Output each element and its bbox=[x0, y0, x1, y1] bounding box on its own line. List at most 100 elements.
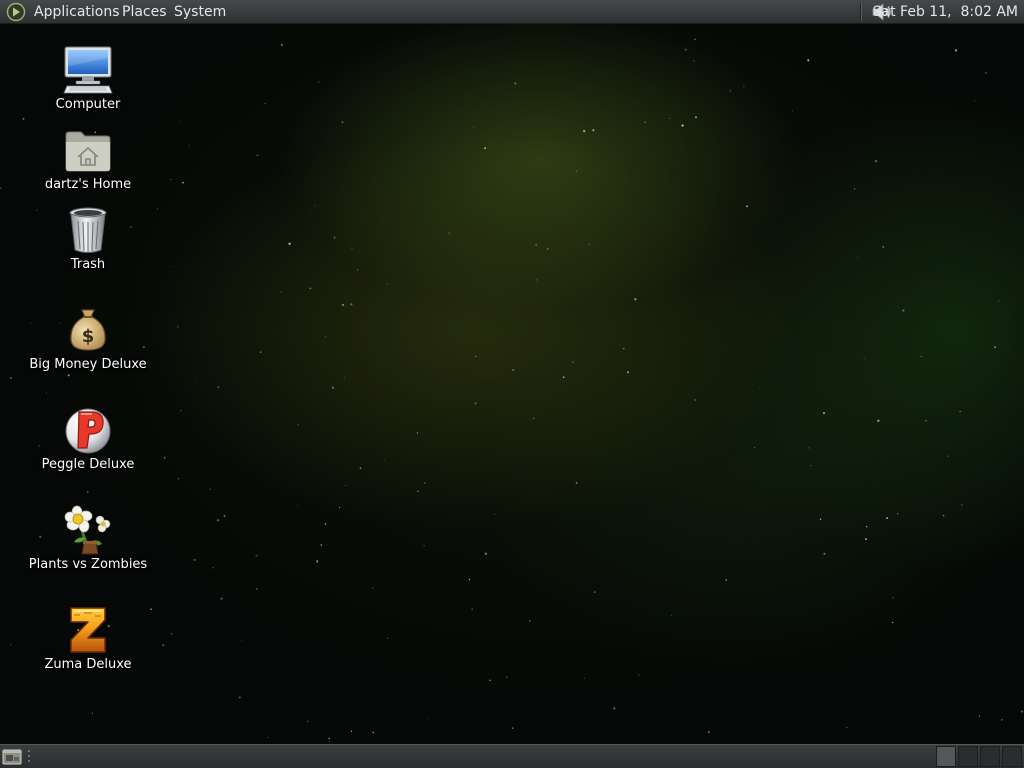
workspace-4[interactable] bbox=[1002, 746, 1022, 767]
star bbox=[892, 597, 894, 599]
applications-menu[interactable]: Applications bbox=[30, 0, 124, 24]
star bbox=[220, 597, 223, 600]
star bbox=[754, 446, 755, 448]
workspace-3[interactable] bbox=[980, 746, 1000, 767]
star bbox=[505, 676, 508, 678]
star bbox=[157, 208, 158, 210]
star bbox=[339, 507, 341, 509]
star bbox=[576, 170, 577, 172]
star bbox=[371, 586, 374, 589]
workspace-1[interactable] bbox=[936, 746, 956, 767]
star bbox=[547, 248, 549, 250]
system-menu[interactable]: System bbox=[170, 0, 230, 24]
peggle-p-icon bbox=[65, 408, 111, 454]
places-menu[interactable]: Places bbox=[118, 0, 171, 24]
desktop-icon-trash[interactable]: Trash bbox=[28, 204, 148, 282]
star bbox=[484, 147, 486, 150]
star bbox=[188, 144, 190, 147]
star bbox=[280, 291, 282, 293]
star bbox=[280, 43, 283, 46]
star bbox=[341, 303, 345, 306]
star bbox=[588, 243, 590, 246]
star bbox=[468, 578, 471, 581]
desktop-icon-label: Trash bbox=[70, 257, 106, 272]
star bbox=[357, 269, 359, 271]
star bbox=[239, 696, 241, 699]
star bbox=[345, 484, 347, 486]
star bbox=[823, 412, 825, 415]
star bbox=[324, 336, 326, 338]
desktop-icon-big-money-deluxe[interactable]: $ Big Money Deluxe bbox=[28, 304, 148, 382]
star bbox=[708, 90, 710, 92]
star bbox=[170, 178, 172, 180]
star bbox=[494, 513, 496, 515]
star bbox=[866, 526, 868, 528]
bottom-panel bbox=[0, 744, 1024, 768]
star bbox=[978, 715, 981, 717]
star bbox=[644, 121, 647, 124]
star bbox=[384, 459, 385, 461]
star bbox=[212, 566, 215, 569]
star bbox=[179, 120, 181, 122]
star bbox=[314, 204, 316, 206]
show-desktop-icon[interactable] bbox=[2, 747, 22, 766]
star bbox=[808, 447, 810, 449]
star bbox=[857, 257, 859, 259]
gnome-foot-icon[interactable] bbox=[5, 2, 27, 22]
workspace-2[interactable] bbox=[958, 746, 978, 767]
star bbox=[324, 523, 327, 525]
star bbox=[997, 300, 1000, 302]
star bbox=[209, 488, 211, 490]
star bbox=[622, 347, 625, 350]
star bbox=[424, 482, 426, 484]
star bbox=[562, 376, 565, 379]
wallpaper-stars bbox=[0, 38, 1023, 740]
star bbox=[317, 80, 320, 84]
money-bag-icon: $ bbox=[70, 309, 106, 351]
plants-vs-zombies-flower-icon bbox=[64, 505, 111, 555]
star bbox=[613, 707, 616, 710]
star bbox=[316, 560, 319, 563]
star bbox=[853, 188, 856, 190]
panel-separator bbox=[860, 3, 862, 21]
star bbox=[162, 644, 165, 647]
star bbox=[512, 368, 515, 372]
star bbox=[810, 465, 812, 467]
star bbox=[694, 399, 697, 401]
star bbox=[328, 737, 330, 740]
star bbox=[845, 726, 848, 729]
clock[interactable]: Sat Feb 11, 8:02 AM bbox=[871, 0, 1020, 24]
desktop-icon-peggle-deluxe[interactable]: Peggle Deluxe bbox=[28, 404, 148, 482]
star bbox=[473, 126, 475, 128]
star bbox=[954, 49, 958, 52]
trash-can-icon bbox=[69, 207, 107, 253]
star bbox=[0, 187, 2, 190]
star bbox=[386, 637, 388, 639]
star bbox=[594, 591, 596, 593]
desktop-icon-computer[interactable]: Computer bbox=[28, 44, 148, 122]
star bbox=[416, 432, 419, 434]
star bbox=[920, 356, 922, 358]
star bbox=[960, 504, 963, 506]
star bbox=[511, 727, 514, 729]
desktop-background[interactable]: Computer dartz's Home Trash $ Big Money … bbox=[0, 0, 1024, 768]
star bbox=[91, 712, 93, 714]
panel-drag-handle[interactable] bbox=[27, 749, 33, 763]
star bbox=[897, 513, 899, 515]
desktop-icon-label: Plants vs Zombies bbox=[28, 557, 148, 572]
star bbox=[350, 730, 353, 733]
star bbox=[223, 514, 226, 517]
desktop-icon-home[interactable]: dartz's Home bbox=[28, 124, 148, 202]
desktop-icon-zuma-deluxe[interactable]: Zuma Deluxe bbox=[28, 604, 148, 682]
star bbox=[169, 266, 171, 268]
star bbox=[864, 357, 866, 359]
star bbox=[514, 82, 517, 85]
star bbox=[864, 538, 867, 541]
star bbox=[694, 38, 696, 41]
star bbox=[489, 679, 491, 682]
star bbox=[180, 410, 182, 412]
star bbox=[575, 481, 578, 484]
star bbox=[902, 309, 905, 312]
desktop-icon-plants-vs-zombies[interactable]: Plants vs Zombies bbox=[28, 504, 148, 582]
star bbox=[693, 60, 695, 62]
